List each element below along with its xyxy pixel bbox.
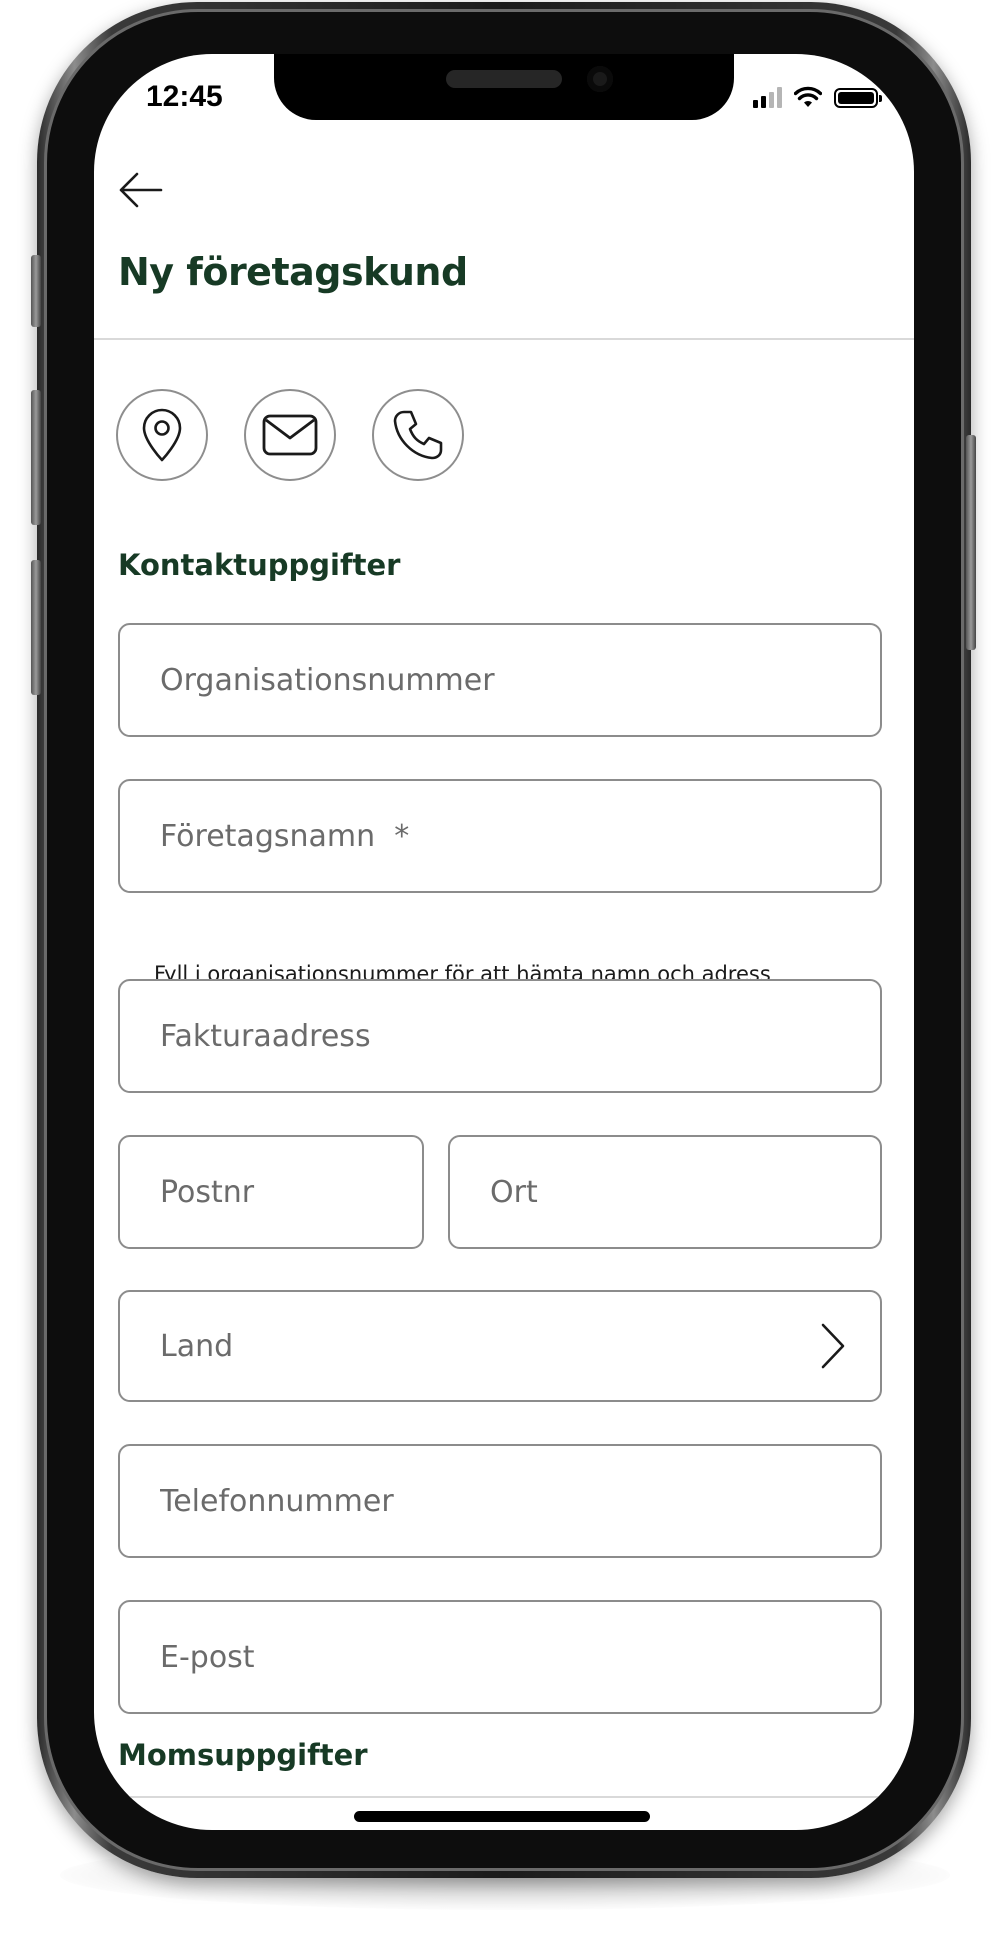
country-select-label: Land xyxy=(160,1328,234,1364)
cellular-signal-icon xyxy=(753,86,782,108)
city-input[interactable] xyxy=(490,1137,860,1247)
invoice-address-field[interactable] xyxy=(118,979,882,1093)
content-divider xyxy=(94,1796,914,1798)
company-name-input[interactable] xyxy=(160,781,860,891)
org-number-field[interactable] xyxy=(118,623,882,737)
phone-button[interactable] xyxy=(372,389,464,481)
location-button[interactable] xyxy=(116,389,208,481)
power-button xyxy=(966,435,976,650)
arrow-left-icon xyxy=(119,172,163,208)
postal-code-input[interactable] xyxy=(160,1137,402,1247)
email-input[interactable] xyxy=(160,1602,860,1712)
status-time: 12:45 xyxy=(146,80,223,113)
email-field[interactable] xyxy=(118,1600,882,1714)
back-button[interactable] xyxy=(116,166,164,214)
map-pin-icon xyxy=(142,408,182,462)
invoice-address-input[interactable] xyxy=(160,981,860,1091)
contact-section-title: Kontaktuppgifter xyxy=(118,548,401,582)
volume-down-button xyxy=(31,560,41,695)
volume-up-button xyxy=(31,390,41,525)
header-divider xyxy=(94,338,914,340)
battery-icon xyxy=(834,88,882,108)
phone-screen: 12:45 Ny företagskund Kontaktuppgifter O… xyxy=(94,54,914,1830)
page-title: Ny företagskund xyxy=(118,250,468,294)
city-field[interactable] xyxy=(448,1135,882,1249)
phone-icon xyxy=(393,410,443,460)
status-icons xyxy=(753,84,882,108)
chevron-right-icon xyxy=(821,1323,845,1369)
org-number-input[interactable] xyxy=(160,625,860,735)
phone-number-field[interactable] xyxy=(118,1444,882,1558)
company-name-field[interactable] xyxy=(118,779,882,893)
wifi-icon xyxy=(794,86,822,107)
postal-code-field[interactable] xyxy=(118,1135,424,1249)
vat-section-title: Momsuppgifter xyxy=(118,1738,368,1772)
silent-switch xyxy=(31,255,41,327)
earpiece-speaker xyxy=(446,70,562,88)
mail-icon xyxy=(262,414,318,456)
country-select[interactable]: Land xyxy=(118,1290,882,1402)
email-button[interactable] xyxy=(244,389,336,481)
notch xyxy=(274,54,734,120)
front-camera xyxy=(587,66,613,92)
home-indicator[interactable] xyxy=(354,1811,650,1822)
phone-number-input[interactable] xyxy=(160,1446,860,1556)
